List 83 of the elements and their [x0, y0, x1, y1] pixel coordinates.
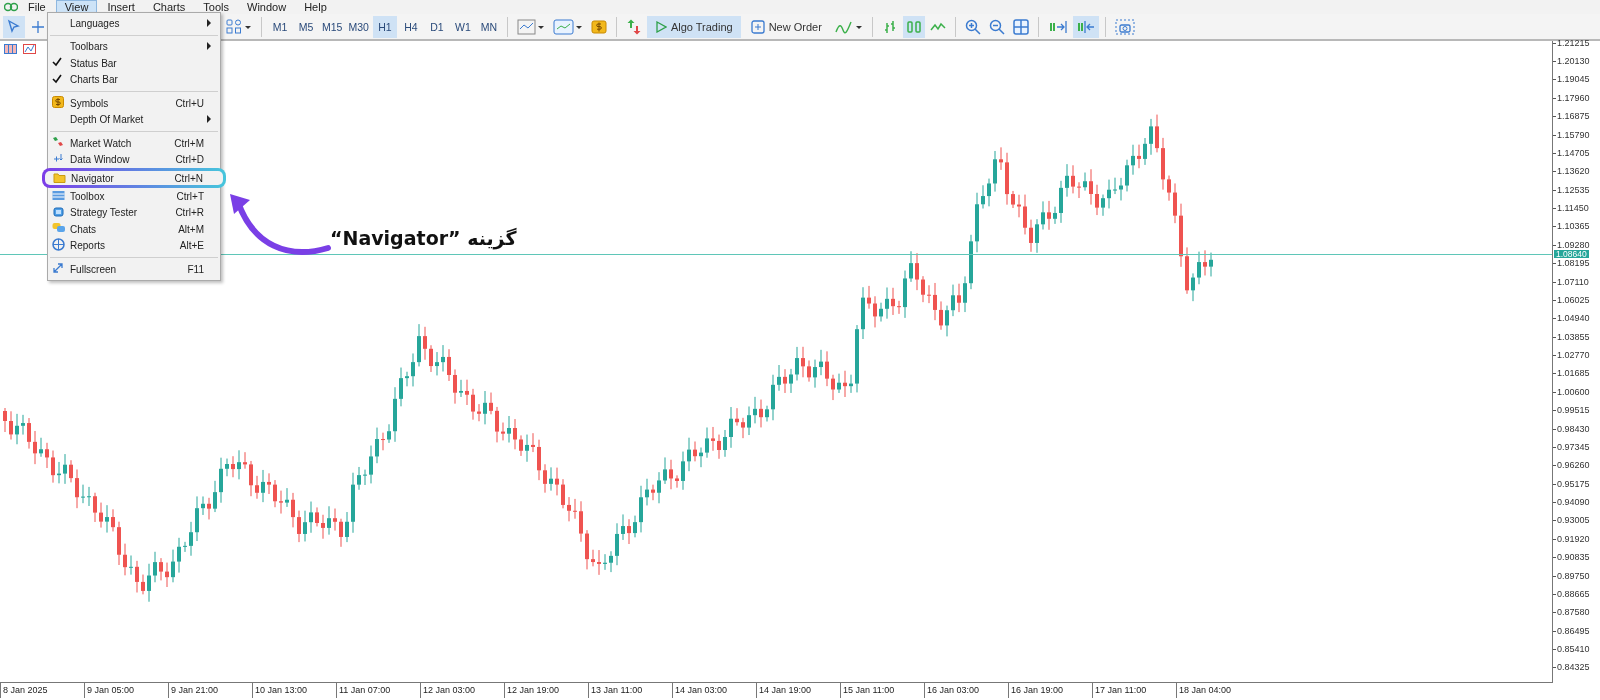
menu-item[interactable]: Charts Bar: [48, 71, 220, 88]
price-label: 1.20130: [1557, 57, 1590, 67]
price-label: 0.99515: [1557, 406, 1590, 416]
price-label: 1.14705: [1557, 148, 1590, 158]
time-label: 13 Jan 11:00: [588, 683, 672, 698]
price-label: 1.03855: [1557, 332, 1590, 342]
menu-item[interactable]: Navigator Ctrl+N: [42, 168, 226, 188]
price-label: 0.87580: [1557, 608, 1590, 618]
menu-title[interactable]: Window: [239, 0, 295, 14]
price-label: 1.06025: [1557, 295, 1590, 305]
menu-item[interactable]: Symbols Ctrl+U: [48, 95, 220, 112]
price-label: 0.96260: [1557, 461, 1590, 471]
price-label: 1.21215: [1557, 38, 1590, 48]
menu-item[interactable]: Reports Alt+E: [48, 237, 220, 254]
price-label: 0.85410: [1557, 645, 1590, 655]
price-label: 1.19045: [1557, 75, 1590, 85]
price-label: 1.01685: [1557, 369, 1590, 379]
price-label: 1.15790: [1557, 130, 1590, 140]
price-label: 1.08195: [1557, 259, 1590, 269]
menu-item[interactable]: Strategy Tester Ctrl+R: [48, 204, 220, 221]
current-price-label: 1.08640: [1554, 250, 1589, 258]
time-label: 12 Jan 03:00: [420, 683, 504, 698]
menu-title[interactable]: Tools: [195, 0, 237, 14]
menu-title[interactable]: Charts: [144, 0, 194, 14]
timeframe-button[interactable]: M30: [346, 15, 371, 38]
price-label: 0.95175: [1557, 479, 1590, 489]
price-label: 0.98430: [1557, 424, 1590, 434]
price-label: 0.94090: [1557, 498, 1590, 508]
time-label: 10 Jan 13:00: [252, 683, 336, 698]
price-label: 1.04940: [1557, 314, 1590, 324]
price-label: 1.13620: [1557, 167, 1590, 177]
time-label: 16 Jan 03:00: [924, 683, 1008, 698]
menu-title[interactable]: Help: [296, 0, 335, 14]
menu-item[interactable]: Depth Of Market: [48, 111, 220, 128]
time-label: 18 Jan 04:00: [1176, 683, 1260, 698]
price-label: 1.11450: [1557, 204, 1589, 214]
price-label: 0.91920: [1557, 534, 1590, 544]
menu-item[interactable]: Toolbox Ctrl+T: [48, 188, 220, 205]
time-label: 9 Jan 21:00: [168, 683, 252, 698]
menu-item[interactable]: Fullscreen F11: [48, 261, 220, 278]
price-label: 0.88665: [1557, 589, 1590, 599]
price-label: 0.86495: [1557, 626, 1590, 636]
price-label: 0.84325: [1557, 663, 1590, 673]
price-label: 0.97345: [1557, 442, 1590, 452]
timeframe-button[interactable]: D1: [424, 15, 449, 38]
menu-title[interactable]: Insert: [99, 0, 143, 14]
timeframe-button[interactable]: MN: [476, 15, 501, 38]
timeframe-button[interactable]: M15: [320, 15, 345, 38]
price-label: 1.16875: [1557, 112, 1590, 122]
price-label: 1.02770: [1557, 351, 1590, 361]
timeframe-button[interactable]: H4: [398, 15, 423, 38]
price-label: 0.90835: [1557, 553, 1590, 563]
time-label: 14 Jan 03:00: [672, 683, 756, 698]
time-label: 15 Jan 11:00: [840, 683, 924, 698]
price-label: 0.89750: [1557, 571, 1590, 581]
menu-item[interactable]: Toolbars: [48, 38, 220, 55]
price-label: 1.12535: [1557, 185, 1590, 195]
toolbar-button[interactable]: Algo Trading: [646, 15, 741, 38]
time-label: 16 Jan 19:00: [1008, 683, 1092, 698]
time-label: 11 Jan 07:00: [336, 683, 420, 698]
menu-title[interactable]: File: [20, 0, 54, 14]
timeframe-button[interactable]: W1: [450, 15, 475, 38]
price-label: 1.10365: [1557, 222, 1590, 232]
price-label: 1.07110: [1557, 277, 1589, 287]
price-label: 1.17960: [1557, 93, 1590, 103]
menu-item[interactable]: Status Bar: [48, 55, 220, 72]
time-label: 14 Jan 19:00: [756, 683, 840, 698]
menu-item[interactable]: Data Window Ctrl+D: [48, 151, 220, 168]
timeframe-button[interactable]: H1: [372, 15, 397, 38]
toolbar-button[interactable]: New Order: [742, 15, 830, 38]
price-label: 1.09280: [1557, 240, 1590, 250]
price-label: 0.93005: [1557, 516, 1590, 526]
annotation-label: گزینه ”Navigator“: [330, 227, 517, 249]
time-label: 17 Jan 11:00: [1092, 683, 1176, 698]
time-label: 12 Jan 19:00: [504, 683, 588, 698]
timeframe-button[interactable]: M5: [294, 15, 318, 38]
menu-item[interactable]: Chats Alt+M: [48, 221, 220, 238]
time-label: 8 Jan 2025: [0, 683, 84, 698]
time-label: 9 Jan 05:00: [84, 683, 168, 698]
timeframe-button[interactable]: M1: [268, 15, 292, 38]
menu-item[interactable]: Market Watch Ctrl+M: [48, 135, 220, 152]
price-label: 1.00600: [1557, 387, 1590, 397]
menu-item[interactable]: Languages: [48, 15, 220, 32]
